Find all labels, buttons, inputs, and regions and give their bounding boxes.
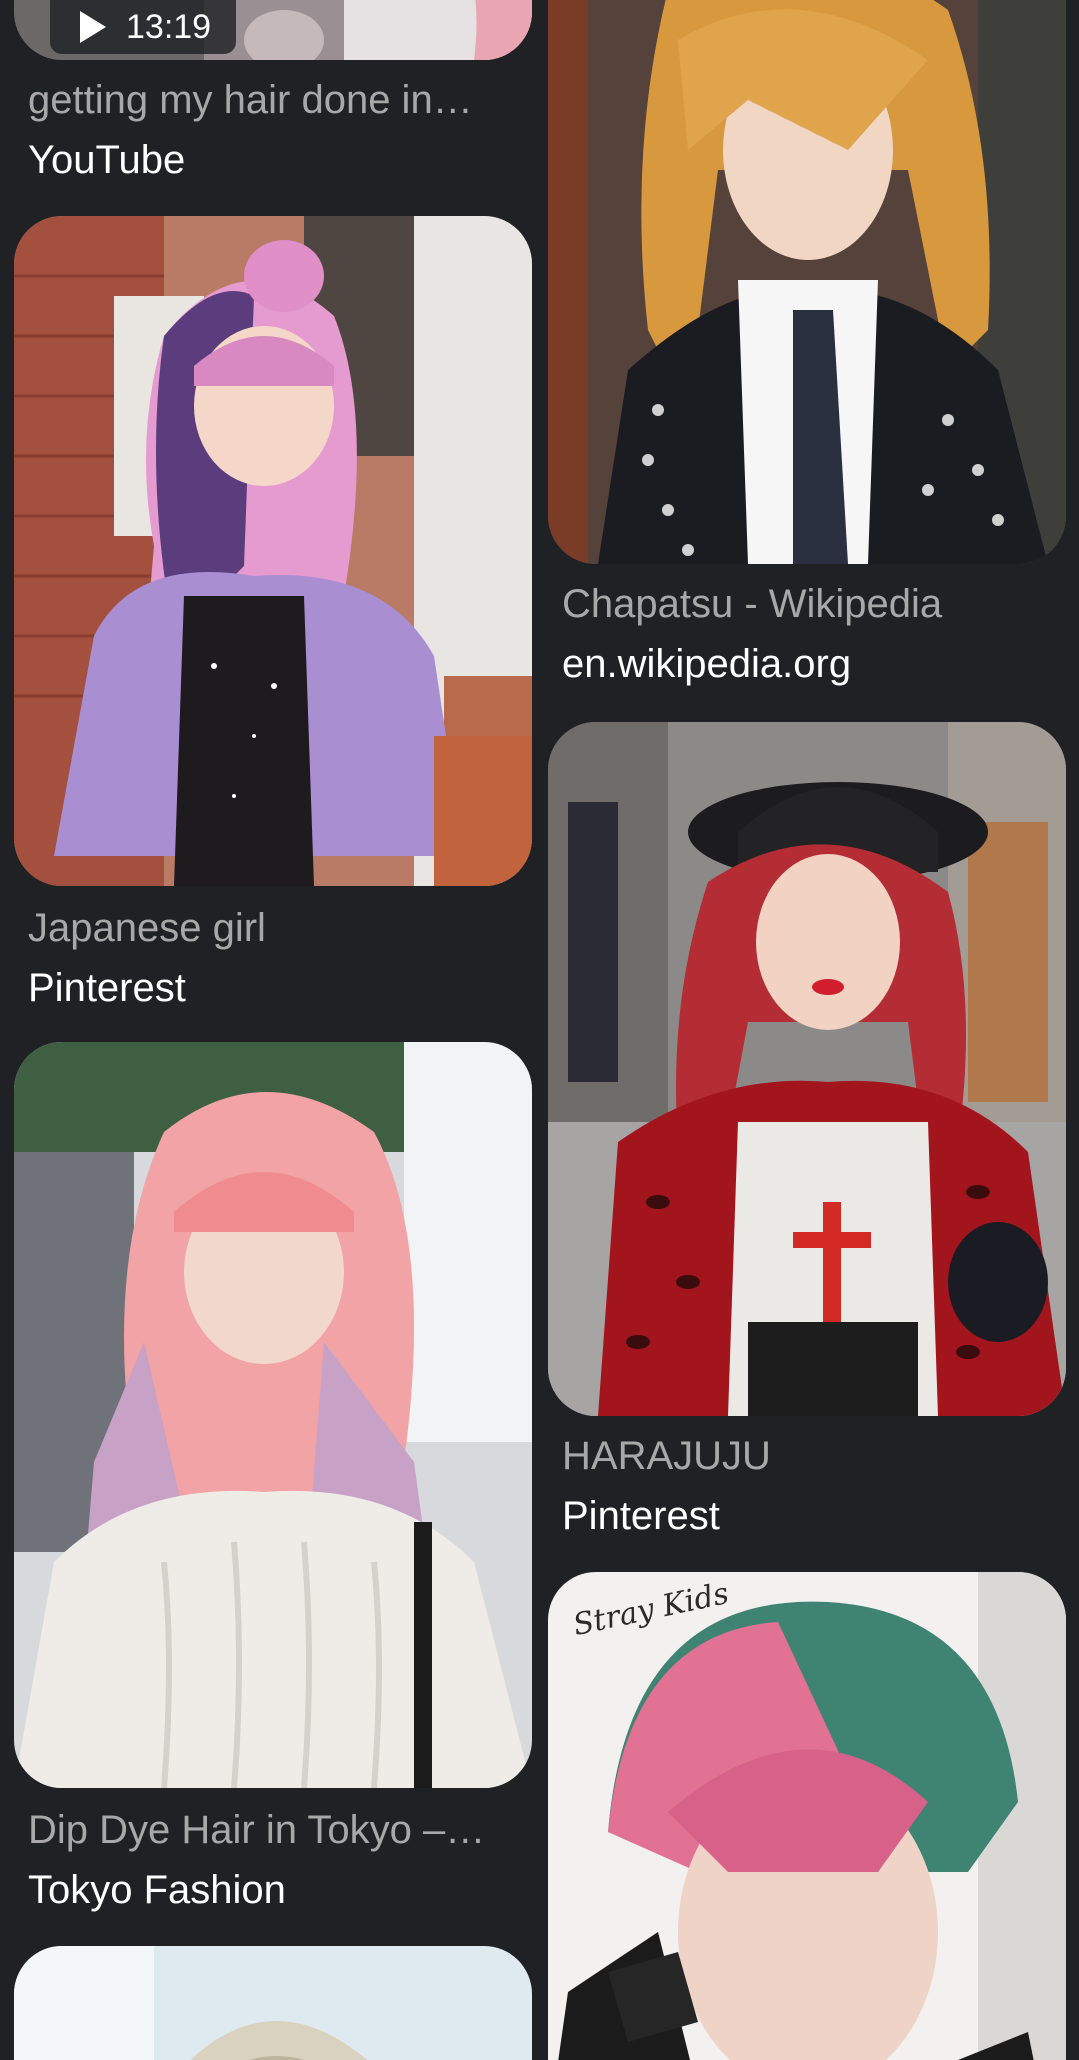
result-thumbnail[interactable] [14,216,532,886]
result-thumbnail[interactable] [548,722,1066,1416]
result-card-chapatsu[interactable]: Chapatsu - Wikipedia en.wikipedia.org [540,0,1079,700]
result-source[interactable]: Pinterest [28,964,186,1012]
result-source[interactable]: Tokyo Fashion [28,1866,286,1914]
result-card-dip-dye[interactable]: Dip Dye Hair in Tokyo –… Tokyo Fashion [0,1040,540,1920]
result-thumbnail[interactable] [14,1042,532,1788]
result-source[interactable]: Pinterest [562,1492,720,1540]
result-card-japanese-girl[interactable]: Japanese girl Pinterest [0,214,540,1014]
play-icon [80,11,106,43]
result-card-youtube[interactable]: 13:19 getting my hair done in… YouTube [0,0,540,190]
result-thumbnail[interactable]: 13:19 [14,0,532,60]
result-card-bottom-left[interactable] [0,1944,540,2060]
result-title[interactable]: HARAJUJU [562,1432,1052,1480]
result-source[interactable]: YouTube [28,136,185,184]
video-duration: 13:19 [126,7,212,46]
result-thumbnail[interactable] [548,0,1066,564]
result-thumbnail[interactable]: Stray Kids [548,1572,1066,2060]
result-title[interactable]: Japanese girl [28,904,518,952]
video-duration-badge: 13:19 [50,0,236,54]
result-card-harajuju[interactable]: HARAJUJU Pinterest [540,720,1079,1550]
image-results-grid: 13:19 getting my hair done in… YouTube J… [0,0,1079,2060]
result-title[interactable]: Dip Dye Hair in Tokyo –… [28,1806,518,1854]
result-title[interactable]: Chapatsu - Wikipedia [562,580,1052,628]
result-title[interactable]: getting my hair done in… [28,76,518,124]
result-source[interactable]: en.wikipedia.org [562,640,851,688]
result-thumbnail[interactable] [14,1946,532,2060]
result-card-green-pink-hair[interactable]: Stray Kids [540,1572,1079,2060]
